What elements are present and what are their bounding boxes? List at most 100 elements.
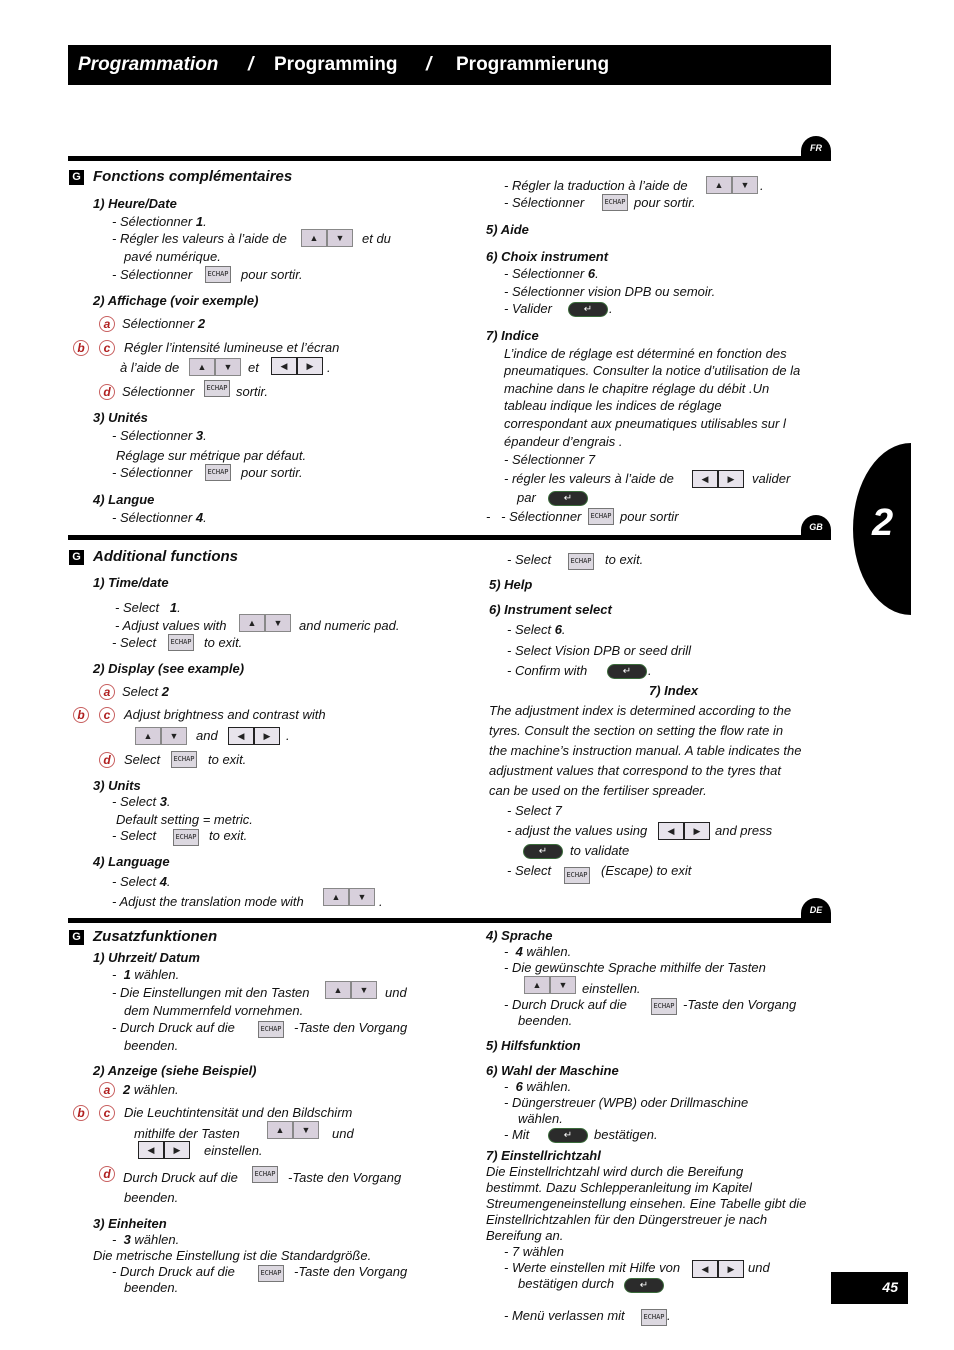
- left-right-keys: ◀ ▶: [228, 727, 280, 745]
- paragraph-line: machine dans le chapitre réglage du débi…: [504, 381, 770, 396]
- instruction-text: Die metrische Einstellung ist die Standa…: [93, 1248, 372, 1263]
- instruction-text: - Menü verlassen mit: [504, 1308, 625, 1323]
- instruction-text: -Taste den Vorgang: [288, 1170, 402, 1185]
- down-arrow-icon: ▼: [732, 176, 758, 194]
- down-arrow-icon: ▼: [161, 727, 187, 745]
- echap-key-icon: ECHAP: [205, 266, 231, 283]
- punctuation: .: [327, 360, 331, 375]
- subsection-title: 5) Hilfsfunktion: [486, 1038, 581, 1053]
- section-divider: [68, 535, 831, 540]
- echap-key-icon: ECHAP: [568, 553, 594, 570]
- instruction-text: et: [248, 360, 259, 375]
- up-down-keys: ▲ ▼: [239, 614, 291, 632]
- instruction-text: - Werte einstellen mit Hilfe von: [504, 1260, 681, 1275]
- up-down-keys: ▲ ▼: [325, 981, 377, 999]
- header-separator: /: [426, 54, 432, 75]
- section-title-fr: Fonctions complémentaires: [93, 168, 293, 185]
- section-divider: [68, 918, 831, 923]
- punctuation: .: [379, 894, 383, 909]
- enter-key-icon: ↵: [548, 1128, 588, 1143]
- subsection-title: 7) Indice: [486, 328, 539, 343]
- enter-key-icon: ↵: [624, 1278, 664, 1293]
- up-arrow-icon: ▲: [524, 976, 550, 994]
- instruction-text: Réglage sur métrique par défaut.: [116, 448, 307, 463]
- instruction-text: -Taste den Vorgang: [294, 1020, 408, 1035]
- paragraph-line: Einstellrichtzahlen für den Düngerstreue…: [486, 1212, 768, 1227]
- left-right-keys: ◀ ▶: [271, 357, 323, 375]
- subsection-title: 6) Wahl der Maschine: [486, 1063, 619, 1078]
- instruction-text: Adjust brightness and contrast with: [124, 707, 326, 722]
- echap-key-icon: ECHAP: [258, 1265, 284, 1282]
- subsection-title: 1) Time/date: [93, 575, 169, 590]
- punctuation: .: [667, 1308, 671, 1323]
- instruction-text: - Select 3.: [112, 794, 171, 809]
- callout-a-icon: a: [99, 1082, 115, 1098]
- punctuation: .: [609, 301, 613, 316]
- instruction-text: 2 wählen.: [123, 1082, 179, 1097]
- instruction-text: - Select: [112, 635, 157, 650]
- instruction-text: Régler l’intensité lumineuse et l’écran: [124, 340, 340, 355]
- instruction-text: -Taste den Vorgang: [683, 997, 797, 1012]
- instruction-text: par: [517, 490, 536, 505]
- right-arrow-icon: ▶: [718, 470, 744, 488]
- instruction-text: - Durch Druck auf die: [112, 1264, 235, 1279]
- instruction-text: - Select Vision DPB or seed drill: [507, 643, 692, 658]
- instruction-text: wählen.: [518, 1111, 563, 1126]
- instruction-text: beenden.: [124, 1038, 179, 1053]
- right-arrow-icon: ▶: [164, 1141, 190, 1159]
- instruction-text: - 4 wählen.: [504, 944, 572, 959]
- instruction-text: beenden.: [124, 1280, 179, 1295]
- subsection-title: 2) Anzeige (siehe Beispiel): [93, 1063, 257, 1078]
- instruction-text: (Escape) to exit: [601, 863, 692, 878]
- subsection-title: 5) Help: [489, 577, 533, 592]
- echap-key-icon: ECHAP: [651, 998, 677, 1015]
- instruction-text: beenden.: [518, 1013, 573, 1028]
- subsection-title: 6) Instrument select: [489, 602, 612, 617]
- subsection-title: 6) Choix instrument: [486, 249, 609, 264]
- instruction-text: und: [332, 1126, 354, 1141]
- paragraph-line: the machine’s instruction manual. A tabl…: [489, 743, 802, 758]
- enter-key-icon: ↵: [568, 302, 608, 317]
- instruction-text: Select: [124, 752, 161, 767]
- instruction-text: - Select: [507, 552, 552, 567]
- instruction-text: - Sélectionner: [504, 195, 585, 210]
- echap-key-icon: ECHAP: [588, 508, 614, 525]
- instruction-text: - Mit: [504, 1127, 530, 1142]
- instruction-text: - 3 wählen.: [112, 1232, 180, 1247]
- callout-d-icon: d: [99, 1166, 115, 1182]
- up-arrow-icon: ▲: [323, 888, 349, 906]
- left-right-keys: ◀ ▶: [692, 1260, 744, 1278]
- instruction-text: sortir.: [236, 384, 269, 399]
- echap-key-icon: ECHAP: [171, 751, 197, 768]
- paragraph-line: bestimmt. Dazu Schlepperanleitung im Kap…: [486, 1180, 752, 1195]
- up-arrow-icon: ▲: [706, 176, 732, 194]
- instruction-text: - Sélectionner: [112, 267, 193, 282]
- instruction-text: to exit.: [204, 635, 243, 650]
- instruction-text: - Adjust the translation mode with: [112, 894, 304, 909]
- instruction-text: pavé numérique.: [124, 249, 221, 264]
- instruction-text: und: [385, 985, 407, 1000]
- subsection-title: 7) Einstellrichtzahl: [486, 1148, 601, 1163]
- page-number: 45: [831, 1272, 908, 1304]
- header-title-en: Programming: [274, 54, 398, 75]
- callout-a-icon: a: [99, 316, 115, 332]
- enter-key-icon: ↵: [523, 844, 563, 859]
- instruction-text: - - Sélectionner: [486, 509, 582, 524]
- paragraph-line: Bereifung an.: [486, 1228, 564, 1243]
- up-arrow-icon: ▲: [239, 614, 265, 632]
- up-arrow-icon: ▲: [189, 358, 215, 376]
- subsection-title: 3) Unités: [93, 410, 148, 425]
- echap-key-icon: ECHAP: [258, 1021, 284, 1038]
- instruction-text: - Sélectionner 6.: [504, 266, 599, 281]
- down-arrow-icon: ▼: [215, 358, 241, 376]
- paragraph-line: Die Einstellrichtzahl wird durch die Ber…: [486, 1164, 744, 1179]
- instruction-text: einstellen.: [204, 1143, 263, 1158]
- up-arrow-icon: ▲: [135, 727, 161, 745]
- instruction-text: - 6 wählen.: [504, 1079, 572, 1094]
- left-right-keys: ◀ ▶: [658, 822, 710, 840]
- instruction-text: à l’aide de: [120, 360, 180, 375]
- instruction-text: mithilfe der Tasten: [134, 1126, 240, 1141]
- callout-b-icon: b: [73, 1105, 89, 1121]
- instruction-text: - adjust the values using: [507, 823, 648, 838]
- paragraph-line: épandeur d’engrais .: [504, 434, 623, 449]
